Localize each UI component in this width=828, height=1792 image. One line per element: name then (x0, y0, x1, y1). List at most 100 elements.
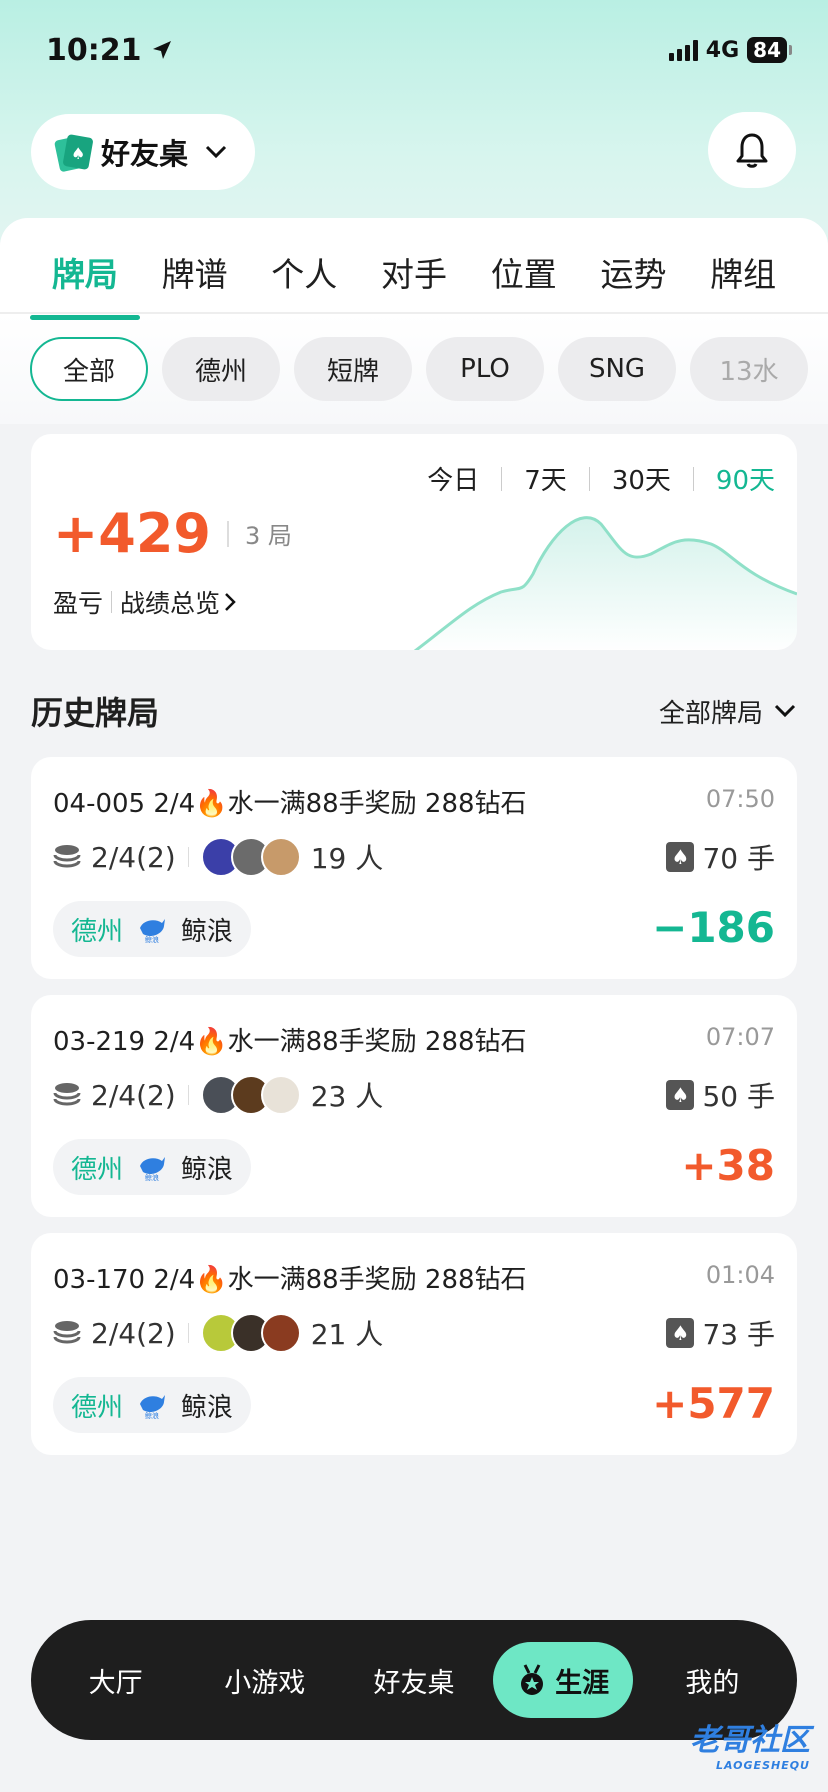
cards-icon: ♠ (53, 133, 94, 173)
total-profit: +429 (53, 502, 211, 565)
period-7d[interactable]: 7天 (524, 460, 567, 497)
filter-short-deck[interactable]: 短牌 (294, 337, 412, 401)
status-bar: 10:21 4G 84 (46, 30, 792, 70)
player-count: 21 人 (310, 1318, 384, 1351)
club-name: 鲸浪 (181, 1154, 234, 1185)
battery-level: 84 (747, 37, 787, 63)
hand-count: ♠ 73 手 (666, 1313, 775, 1353)
game-type-filters: 全部 德州 短牌 PLO SNG 13水 (0, 314, 828, 424)
tab-hand-groups[interactable]: 牌组 (688, 248, 798, 320)
overview-link[interactable]: 战绩总览 (120, 584, 220, 620)
game-card[interactable]: 03-219 2/4🔥水一满88手奖励 288钻石 07:07 2/4(2) 2… (31, 995, 797, 1217)
tab-opponents[interactable]: 对手 (359, 248, 469, 320)
whale-logo-icon: 鲸浪 (140, 1395, 166, 1420)
game-result: +577 (652, 1379, 775, 1428)
hands-value: 70 手 (702, 842, 775, 875)
period-30d[interactable]: 30天 (612, 460, 671, 497)
signal-icon (668, 39, 698, 61)
svg-text:鲸浪: 鲸浪 (145, 1173, 159, 1182)
club-tag: 德州 鲸浪 鲸浪 (53, 1377, 252, 1433)
chevron-down-icon (205, 145, 227, 159)
game-name: 03-219 2/4🔥水一满88手奖励 288钻石 (53, 1027, 527, 1057)
trend-chart (413, 516, 797, 650)
main-panel: 牌局 牌谱 个人 对手 位置 运势 牌组 全部 德州 短牌 PLO SNG 13… (0, 218, 828, 1792)
game-type: 德州 (71, 916, 124, 947)
game-card[interactable]: 04-005 2/4🔥水一满88手奖励 288钻石 07:50 2/4(2) 1… (31, 757, 797, 979)
tab-position[interactable]: 位置 (469, 248, 579, 320)
tab-records[interactable]: 牌谱 (140, 248, 250, 320)
hand-count: ♠ 50 手 (666, 1075, 775, 1115)
tab-games[interactable]: 牌局 (30, 248, 140, 320)
friend-table-label: 好友桌 (101, 137, 189, 171)
status-right: 4G 84 (668, 37, 792, 63)
location-arrow-icon (152, 41, 171, 59)
watermark-text: 老哥社区 (690, 1723, 810, 1758)
game-result: +38 (681, 1141, 775, 1190)
status-time: 10:21 (46, 33, 174, 68)
period-selector: 今日 7天 30天 90天 (427, 460, 775, 497)
whale-logo-icon: 鲸浪 (140, 1157, 166, 1182)
chevron-right-icon (225, 593, 236, 611)
nav-career-label: 生涯 (555, 1667, 610, 1699)
nav-career[interactable]: 生涯 (493, 1642, 634, 1718)
filter-all[interactable]: 全部 (30, 337, 148, 401)
game-count: 3 局 (244, 522, 292, 550)
history-header: 历史牌局 全部牌局 (31, 688, 797, 734)
filter-holdem[interactable]: 德州 (162, 337, 280, 401)
game-time: 01:04 (705, 1261, 775, 1289)
filter-plo[interactable]: PLO (426, 337, 544, 401)
blinds: 2/4(2) (91, 1316, 176, 1350)
game-meta: 2/4(2) 23 人 (53, 1075, 383, 1115)
watermark-subtext: LAOGESHEQU (715, 1759, 810, 1772)
clock: 10:21 (46, 32, 142, 68)
battery-icon: 84 (747, 37, 792, 63)
hands-value: 50 手 (702, 1080, 775, 1113)
nav-lobby[interactable]: 大厅 (46, 1661, 186, 1700)
game-card[interactable]: 03-170 2/4🔥水一满88手奖励 288钻石 01:04 2/4(2) 2… (31, 1233, 797, 1455)
player-avatars (200, 1313, 301, 1353)
nav-friend-table[interactable]: 好友桌 (344, 1661, 484, 1700)
player-count: 19 人 (310, 842, 384, 875)
game-result: −186 (652, 903, 775, 952)
history-filter-label: 全部牌局 (658, 698, 763, 729)
game-meta: 2/4(2) 19 人 (53, 837, 383, 877)
filter-sng[interactable]: SNG (558, 337, 676, 401)
summary-links[interactable]: 盈亏 战绩总览 (53, 584, 240, 620)
avatar (260, 1075, 301, 1115)
nav-me[interactable]: 我的 (642, 1661, 782, 1700)
period-today[interactable]: 今日 (427, 460, 479, 497)
club-tag: 德州 鲸浪 鲸浪 (53, 901, 252, 957)
tab-personal[interactable]: 个人 (249, 248, 359, 320)
club-tag: 德州 鲸浪 鲸浪 (53, 1139, 252, 1195)
profit-summary: +429 3 局 (53, 502, 292, 565)
blinds: 2/4(2) (91, 840, 176, 874)
profit-link[interactable]: 盈亏 (53, 584, 103, 620)
svg-text:鲸浪: 鲸浪 (145, 935, 159, 944)
blinds: 2/4(2) (91, 1078, 176, 1112)
chips-icon (53, 845, 81, 868)
game-time: 07:07 (705, 1023, 775, 1051)
player-avatars (200, 1075, 301, 1115)
watermark-logo: 老哥社区 LAOGESHEQU (690, 1715, 810, 1772)
svg-text:鲸浪: 鲸浪 (145, 1411, 159, 1420)
game-meta: 2/4(2) 21 人 (53, 1313, 383, 1353)
chips-icon (53, 1321, 81, 1344)
game-type: 德州 (71, 1154, 124, 1185)
medal-icon (521, 1664, 544, 1695)
filter-13-cards[interactable]: 13水 (690, 337, 808, 401)
network-type: 4G (705, 37, 740, 63)
nav-mini-games[interactable]: 小游戏 (195, 1661, 335, 1700)
tab-bar: 牌局 牌谱 个人 对手 位置 运势 牌组 (0, 218, 828, 320)
friend-table-selector[interactable]: ♠ 好友桌 (31, 114, 255, 190)
hands-value: 73 手 (702, 1318, 775, 1351)
game-time: 07:50 (705, 785, 775, 813)
history-title: 历史牌局 (31, 694, 160, 732)
chips-icon (53, 1083, 81, 1106)
history-filter-dropdown[interactable]: 全部牌局 (659, 693, 797, 730)
game-type: 德州 (71, 1392, 124, 1423)
notification-button[interactable] (708, 112, 796, 188)
avatar (260, 837, 301, 877)
spade-card-icon: ♠ (666, 842, 695, 872)
period-90d[interactable]: 90天 (716, 460, 775, 497)
tab-luck[interactable]: 运势 (579, 248, 689, 320)
